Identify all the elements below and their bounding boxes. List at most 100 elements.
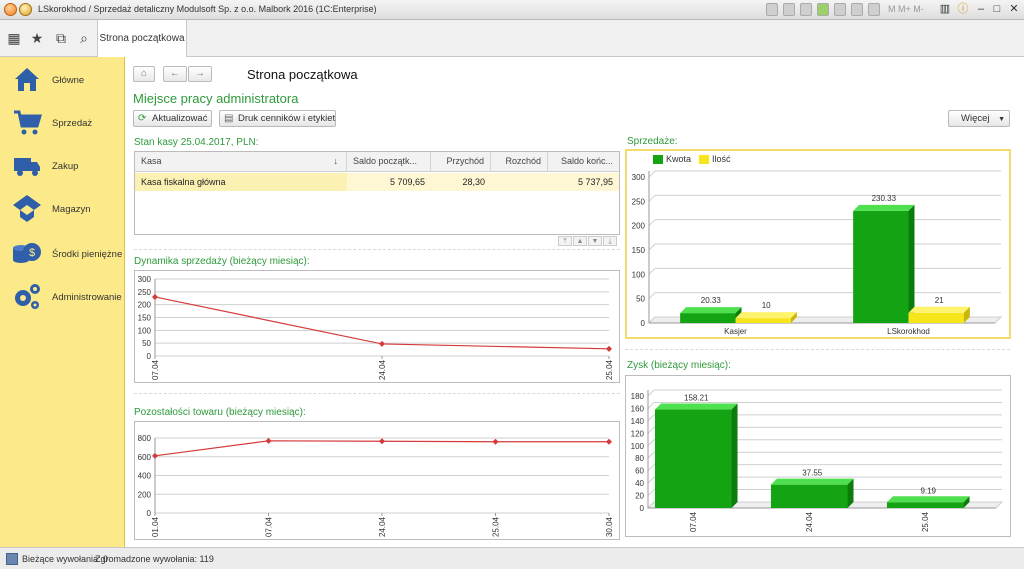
star-icon[interactable]: ★	[29, 30, 45, 46]
tab-home-page[interactable]: Strona początkowa	[97, 20, 187, 57]
app-menu-icon[interactable]	[19, 3, 32, 16]
cell-rozchod	[491, 173, 548, 191]
column-header-saldo-koncowe[interactable]: Saldo końc...	[548, 152, 619, 172]
maximize-button[interactable]: □	[988, 2, 1006, 17]
column-header-rozchod[interactable]: Rozchód	[491, 152, 548, 172]
gridline	[647, 489, 655, 496]
y-tick-label: 200	[138, 301, 152, 310]
page-title: Strona początkowa	[247, 67, 358, 82]
data-point	[606, 438, 612, 445]
print-label: Druk cenników i etykiet	[238, 113, 336, 124]
panels-icon[interactable]: ▥	[936, 2, 954, 17]
x-tick-label: 07.04	[265, 516, 274, 537]
x-tick-label: 30.04	[605, 516, 614, 537]
history-icon[interactable]: ⧉	[53, 30, 69, 46]
sidebar-item-label: Administrowanie	[52, 292, 122, 303]
more-button[interactable]: Więcej ▼	[948, 110, 1010, 127]
y-tick-label: 40	[635, 479, 644, 488]
y-tick-label: 0	[147, 509, 152, 518]
sidebar-item-magazyn[interactable]: Magazyn	[0, 191, 125, 227]
x-tick-label: 24.04	[378, 516, 387, 537]
print-icon[interactable]	[783, 3, 795, 16]
apps-grid-icon[interactable]: ▦	[6, 30, 22, 46]
y-tick-label: 200	[138, 490, 152, 499]
y-tick-label: 100	[138, 326, 152, 335]
gridline	[648, 219, 656, 227]
coins-icon: $	[13, 243, 41, 263]
gridline	[647, 476, 655, 484]
calculator-icon[interactable]	[868, 3, 880, 16]
gridline	[647, 464, 655, 472]
sidebar-item-zakup[interactable]: Zakup	[0, 148, 125, 184]
calls-icon	[6, 553, 18, 565]
column-header-kasa[interactable]: Kasa ↓	[135, 152, 347, 172]
print-price-tags-button[interactable]: ▤ Druk cenników i etykiet	[219, 110, 336, 127]
gridline	[648, 170, 656, 178]
y-tick-label: 60	[635, 467, 644, 476]
search-icon[interactable]: ⌕	[76, 30, 92, 46]
sidebar-item-label: Sprzedaż	[52, 118, 93, 129]
column-header-saldo-poczatkowe[interactable]: Saldo początk...	[347, 152, 431, 172]
refresh-label: Aktualizować	[152, 113, 208, 124]
data-label: 10	[762, 301, 771, 310]
title-bar: LSkorokhod / Sprzedaż detaliczny Modulso…	[0, 0, 1024, 20]
y-tick-label: 0	[147, 352, 152, 361]
back-button[interactable]: ←	[163, 66, 187, 82]
truck-icon	[14, 158, 40, 176]
scroll-top-button[interactable]: ⤒	[558, 236, 572, 246]
history-icon[interactable]	[834, 3, 846, 16]
y-tick-label: 20	[635, 492, 644, 501]
info-icon[interactable]: ⓘ	[954, 2, 972, 17]
save-icon[interactable]	[766, 3, 778, 16]
x-tick-label: 24.04	[805, 511, 814, 532]
data-label: 230.33	[872, 194, 897, 203]
column-header-przychod[interactable]: Przychód	[431, 152, 491, 172]
favorites-icon[interactable]	[817, 3, 829, 16]
sidebar-item-administrowanie[interactable]: Administrowanie	[0, 279, 125, 315]
sidebar-item-label: Magazyn	[52, 204, 91, 215]
gridline	[647, 402, 655, 409]
sidebar-item-srodki-pieniezne[interactable]: $ Środki pieniężne	[0, 236, 125, 272]
scroll-down-button[interactable]: ▼	[588, 236, 602, 246]
table-scroll-buttons: ⤒ ▲ ▼ ⤓	[558, 236, 617, 246]
x-tick-label: 07.04	[689, 511, 698, 532]
data-point	[152, 293, 158, 300]
sidebar-item-label: Zakup	[52, 161, 79, 172]
x-tick-label: 24.04	[378, 359, 387, 380]
gridline	[647, 414, 655, 422]
cell-przychod: 28,30	[431, 173, 491, 191]
gridline	[647, 389, 655, 397]
memory-buttons[interactable]: M M+ M-	[888, 4, 924, 14]
table-row[interactable]: Kasa fiskalna główna 5 709,65 28,30 5 73…	[135, 173, 619, 191]
data-point	[492, 438, 499, 445]
refresh-button[interactable]: ⟳ Aktualizować	[133, 110, 212, 127]
y-tick-label: 180	[631, 392, 645, 401]
sales-dynamics-label: Dynamika sprzedaży (bieżący miesiąc):	[134, 256, 310, 267]
sales-dynamics-chart: 0 50 100 150 200 250 300 07.04 24.04 25.04	[134, 270, 620, 383]
sort-arrow-icon: ↓	[333, 156, 339, 166]
scroll-up-button[interactable]: ▲	[573, 236, 587, 246]
forward-button[interactable]: →	[188, 66, 212, 82]
gridline	[647, 426, 655, 434]
cash-table: Kasa ↓ Saldo początk... Przychód Rozchód…	[134, 151, 620, 235]
bar	[853, 204, 915, 323]
data-point	[606, 345, 612, 352]
sidebar-item-glowne[interactable]: Główne	[0, 62, 125, 98]
y-tick-label: 80	[635, 454, 644, 463]
gridline	[648, 292, 656, 300]
x-tick-label: 25.04	[492, 516, 501, 537]
sidebar-item-sprzedaz[interactable]: Sprzedaż	[0, 105, 125, 141]
y-tick-label: 120	[631, 429, 645, 438]
y-tick-label: 100	[631, 442, 645, 451]
bar	[680, 307, 742, 323]
preview-icon[interactable]	[800, 3, 812, 16]
title-toolbar	[766, 3, 880, 16]
calendar-icon[interactable]	[851, 3, 863, 16]
accumulated-calls: Zgromadzone wywołania: 119	[95, 554, 214, 564]
close-button[interactable]: ✕	[1005, 2, 1023, 17]
home-nav-button[interactable]: ⌂	[133, 66, 155, 82]
sidebar-item-label: Środki pieniężne	[52, 249, 123, 260]
sales-label: Sprzedaże:	[627, 136, 678, 147]
gridline	[648, 243, 656, 251]
scroll-bottom-button[interactable]: ⤓	[603, 236, 617, 246]
